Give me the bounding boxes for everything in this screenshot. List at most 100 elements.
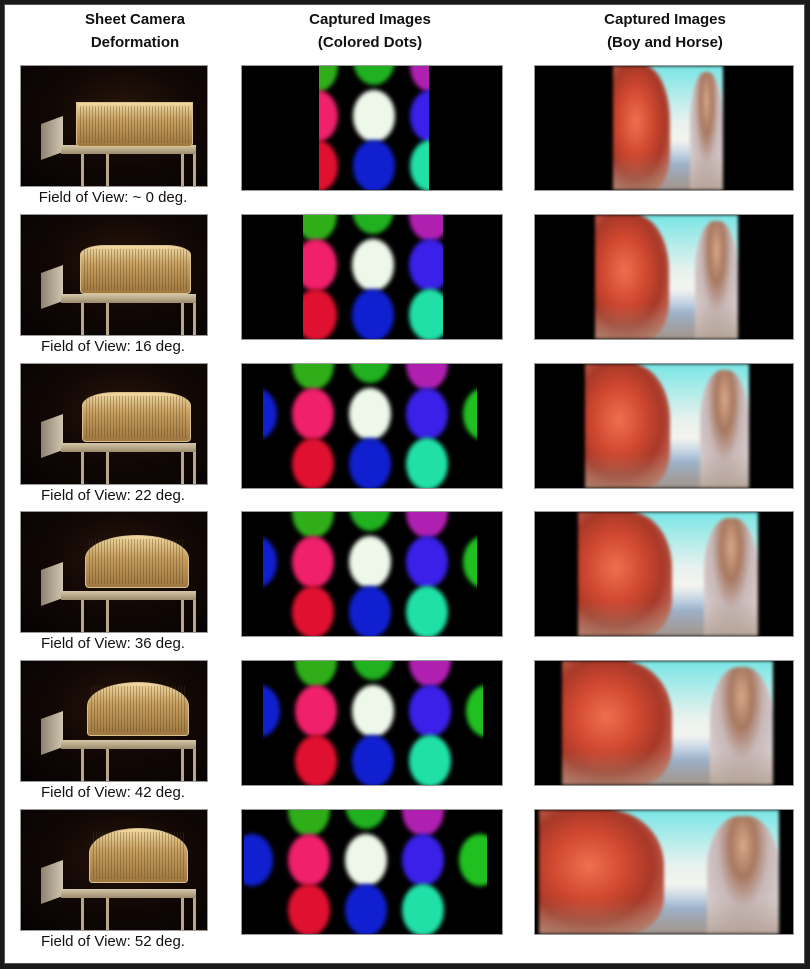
curved-sheet: [86, 682, 189, 736]
color-dot: [303, 215, 337, 241]
header-line-1: Sheet Camera: [84, 11, 186, 28]
color-dot: [292, 536, 334, 588]
color-dot: [352, 685, 394, 737]
color-dot: [466, 685, 483, 737]
color-dot: [409, 735, 451, 785]
color-dot: [352, 215, 394, 234]
stand-leg: [181, 747, 184, 781]
color-dot: [406, 536, 448, 588]
color-dot: [263, 388, 277, 440]
color-dot: [295, 735, 337, 785]
color-dot: [303, 239, 337, 291]
dots-capture-window: [263, 512, 477, 636]
boy-horse-image: [534, 809, 794, 935]
stand-leg: [181, 896, 184, 930]
color-dot: [401, 810, 444, 836]
stand-leg: [181, 152, 184, 186]
color-dot: [295, 685, 337, 737]
color-dot: [458, 834, 487, 886]
color-dot: [303, 289, 337, 339]
sheet-camera-photo: [20, 214, 208, 336]
stand-leg: [181, 450, 184, 484]
stand-leg: [81, 152, 84, 186]
color-dot: [410, 66, 429, 92]
color-dot: [349, 438, 391, 488]
color-dot: [409, 685, 451, 737]
ground-region: [562, 750, 773, 785]
color-dot: [409, 661, 451, 687]
boy-horse-image: [534, 511, 794, 637]
stand-leg: [106, 152, 109, 186]
color-dot: [292, 388, 334, 440]
fov-caption: Field of View: 52 deg.: [41, 933, 185, 950]
dots-capture-window: [244, 810, 487, 934]
color-dot: [353, 90, 395, 142]
color-dot: [319, 140, 338, 190]
stand-leg: [181, 301, 184, 335]
color-dot: [344, 810, 387, 829]
boy-horse-capture-window: [585, 364, 749, 488]
color-dot: [244, 834, 273, 886]
header-line-1: Captured Images: [309, 11, 431, 28]
fov-caption: Field of View: ~ 0 deg.: [38, 189, 188, 206]
stand-leg: [81, 598, 84, 632]
fov-caption: Field of View: 42 deg.: [41, 784, 185, 801]
stand-leg: [193, 152, 196, 186]
boy-horse-capture-window: [613, 66, 723, 190]
header-line-2: Deformation: [90, 34, 180, 51]
color-dot: [292, 438, 334, 488]
colored-dots-image: [241, 660, 503, 786]
color-dot: [409, 215, 443, 241]
color-dot: [349, 586, 391, 636]
stand-leg: [81, 747, 84, 781]
color-dot: [353, 140, 395, 190]
curved-sheet: [76, 102, 193, 148]
stand-leg: [193, 598, 196, 632]
colored-dots-image: [241, 214, 503, 340]
color-dot: [406, 388, 448, 440]
dots-capture-window: [263, 661, 483, 785]
header-line-1: Captured Images: [604, 11, 726, 28]
color-dot: [292, 512, 334, 538]
colored-dots-image: [241, 511, 503, 637]
color-dot: [349, 364, 391, 383]
color-dot: [349, 388, 391, 440]
boy-horse-image: [534, 363, 794, 489]
color-dot: [352, 239, 394, 291]
curved-sheet: [85, 535, 190, 588]
color-dot: [287, 810, 330, 836]
color-dot: [352, 661, 394, 680]
sheet-camera-photo: [20, 660, 208, 782]
color-dot: [410, 90, 429, 142]
color-dot: [292, 586, 334, 636]
color-dot: [349, 512, 391, 531]
dots-capture-window: [263, 364, 477, 488]
fov-caption: Field of View: 36 deg.: [41, 635, 185, 652]
color-dot: [401, 834, 444, 886]
stand-frame: [61, 294, 196, 304]
color-dot: [463, 536, 477, 588]
stand-frame: [61, 443, 196, 453]
dots-capture-window: [319, 66, 429, 190]
stand-leg: [106, 896, 109, 930]
stand-leg: [106, 598, 109, 632]
header-line-2: (Boy and Horse): [607, 34, 723, 51]
color-dot: [287, 834, 330, 886]
color-dot: [406, 512, 448, 538]
sheet-camera-photo: [20, 511, 208, 633]
stand-leg: [81, 450, 84, 484]
stand-leg: [81, 301, 84, 335]
sheet-camera-photo: [20, 363, 208, 485]
stand-frame: [61, 591, 196, 601]
ground-region: [595, 304, 738, 339]
boy-horse-capture-window: [578, 512, 758, 636]
color-dot: [319, 66, 338, 92]
fov-caption: Field of View: 22 deg.: [41, 487, 185, 504]
sheet-camera-photo: [20, 809, 208, 931]
color-dot: [263, 536, 277, 588]
header-boy-horse: Captured Images (Boy and Horse): [535, 8, 795, 54]
curved-sheet: [80, 245, 192, 294]
colored-dots-image: [241, 363, 503, 489]
ground-region: [539, 899, 779, 934]
header-colored-dots: Captured Images (Colored Dots): [240, 8, 500, 54]
